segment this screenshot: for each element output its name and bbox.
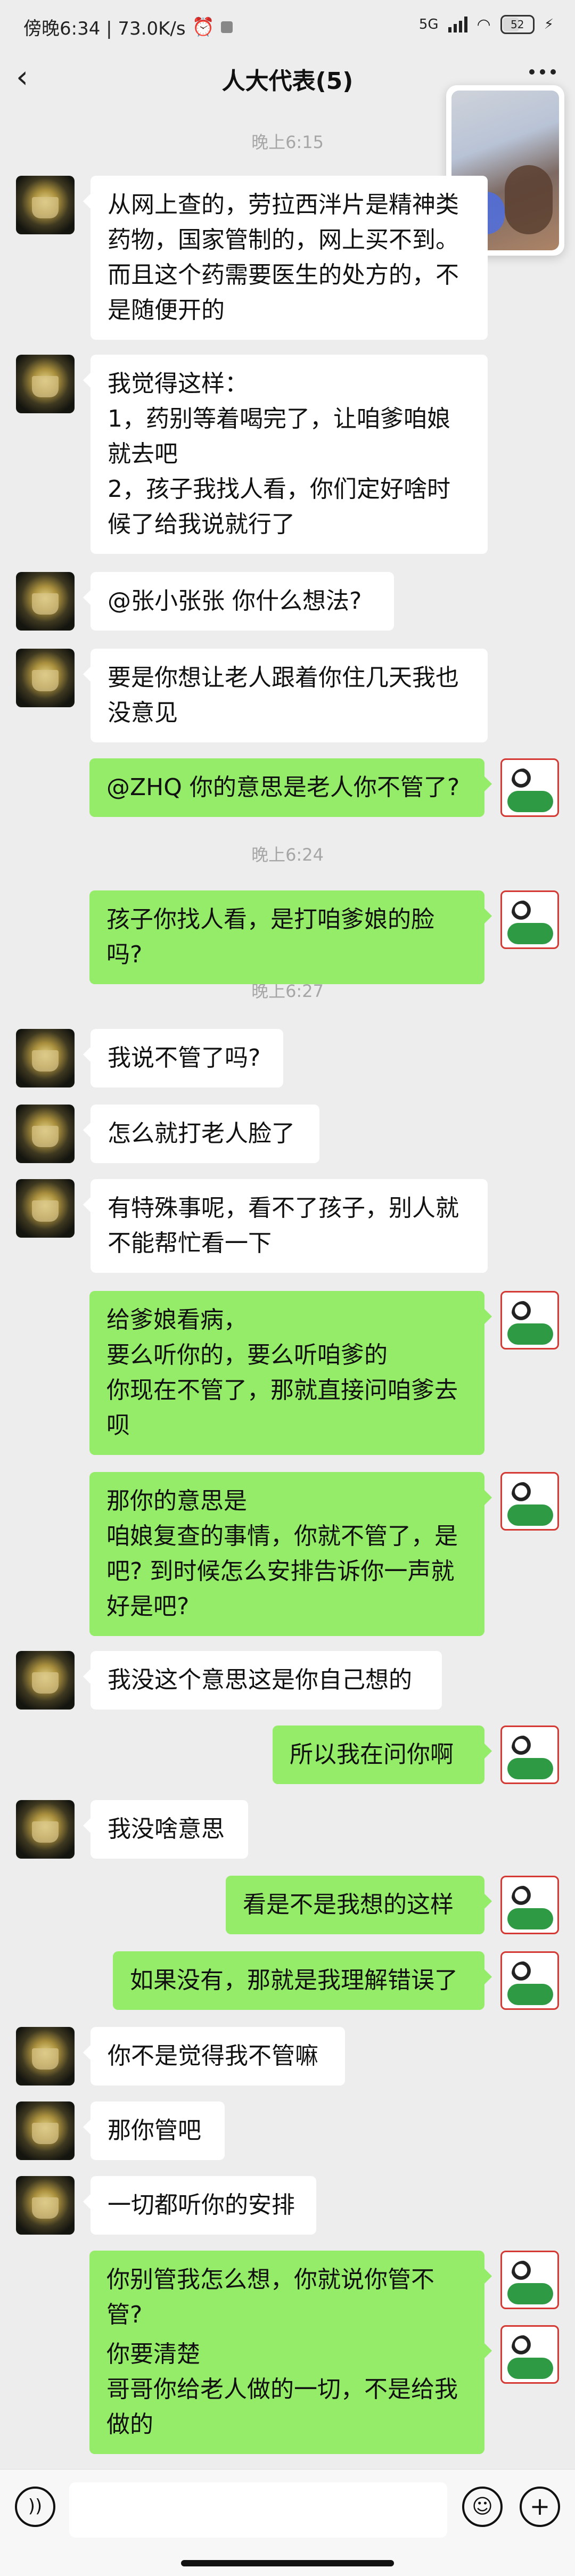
avatar[interactable] [500, 1472, 559, 1531]
status-left: 傍晚6:34 | 73.0K/s ⏰ [23, 14, 233, 40]
message-bubble[interactable]: 我觉得这样： 1，药别等着喝完了，让咱爹咱娘就去吧 2，孩子我找人看，你们定好啥… [83, 355, 488, 554]
message-bubble[interactable]: 要是你想让老人跟着你住几天我也没意见 [83, 649, 488, 742]
notification-icon [220, 21, 233, 33]
message-bubble[interactable]: 如果没有，那就是我理解错误了 [113, 1951, 492, 2010]
message-bubble[interactable]: 我说不管了吗? [83, 1029, 283, 1087]
message-bubble[interactable]: 你要清楚 哥哥你给老人做的一切，不是给我做的 [89, 2325, 492, 2454]
avatar[interactable] [500, 2325, 559, 2384]
message-input[interactable] [69, 2482, 447, 2538]
message-bubble[interactable]: 我没这个意思这是你自己想的 [83, 1651, 442, 1710]
message-bubble[interactable]: 有特殊事呢，看不了孩子，别人就不能帮忙看一下 [83, 1179, 488, 1273]
plus-icon[interactable]: + [520, 2487, 560, 2527]
charging-icon: ⚡ [544, 17, 554, 32]
battery-level: 52 [511, 18, 524, 31]
avatar[interactable] [16, 355, 75, 413]
voice-icon[interactable]: )) [15, 2487, 55, 2527]
avatar[interactable] [16, 1179, 75, 1238]
message-bubble[interactable]: 从网上查的，劳拉西泮片是精神类药物，国家管制的，网上买不到。而且这个药需要医生的… [83, 176, 488, 340]
avatar[interactable] [500, 1876, 559, 1934]
alarm-icon: ⏰ [192, 16, 215, 38]
home-indicator [181, 2560, 394, 2566]
avatar[interactable] [500, 2251, 559, 2309]
status-right: 5G ◠ 52 ⚡ [419, 15, 554, 34]
message-bubble[interactable]: 孩子你找人看，是打咱爹娘的脸吗? [89, 890, 492, 984]
message-bubble[interactable]: 看是不是我想的这样 [226, 1876, 492, 1934]
status-bar: 傍晚6:34 | 73.0K/s ⏰ 5G ◠ 52 ⚡ [0, 0, 575, 53]
battery-icon: 52 [500, 15, 535, 34]
avatar[interactable] [16, 1800, 75, 1859]
message-bubble[interactable]: 那你的意思是 咱娘复查的事情，你就不管了，是吧? 到时候怎么安排告诉你一声就好是… [89, 1472, 492, 1636]
avatar[interactable] [16, 1651, 75, 1710]
avatar[interactable] [500, 1951, 559, 2010]
avatar[interactable] [16, 2027, 75, 2086]
message-bubble[interactable]: @ZHQ 你的意思是老人你不管了? [89, 758, 492, 817]
avatar[interactable] [16, 1029, 75, 1087]
avatar[interactable] [500, 890, 559, 949]
timestamp: 晚上6:15 [251, 132, 324, 152]
avatar[interactable] [500, 758, 559, 817]
message-bubble[interactable]: 怎么就打老人脸了 [83, 1105, 319, 1163]
avatar[interactable] [16, 649, 75, 707]
avatar[interactable] [16, 2101, 75, 2160]
emoji-icon[interactable]: ☺ [462, 2487, 503, 2527]
message-bubble[interactable]: @张小张张 你什么想法? [83, 572, 394, 631]
avatar[interactable] [500, 1291, 559, 1350]
video-shape [505, 165, 553, 234]
wifi-icon: ◠ [477, 15, 491, 34]
message-bubble[interactable]: 所以我在问你啊 [273, 1725, 492, 1784]
message-bubble[interactable]: 我没啥意思 [83, 1800, 248, 1859]
more-dots-icon[interactable] [529, 69, 556, 75]
network-type: 5G [418, 17, 439, 32]
avatar[interactable] [16, 572, 75, 631]
message-bubble[interactable]: 一切都听你的安排 [83, 2176, 316, 2235]
message-bubble[interactable]: 给爹娘看病， 要么听你的，要么听咱爹的 你现在不管了，那就直接问咱爹去呗 [89, 1291, 492, 1455]
status-time-speed: 傍晚6:34 | 73.0K/s [23, 18, 186, 39]
avatar[interactable] [16, 176, 75, 234]
avatar[interactable] [16, 2176, 75, 2235]
message-bubble[interactable]: 你不是觉得我不管嘛 [83, 2027, 345, 2086]
input-bar: )) ☺ + [0, 2469, 575, 2576]
message-bubble[interactable]: 那你管吧 [83, 2101, 225, 2160]
avatar[interactable] [500, 1725, 559, 1784]
timestamp: 晚上6:24 [251, 845, 324, 865]
signal-icon [448, 17, 467, 32]
avatar[interactable] [16, 1105, 75, 1163]
